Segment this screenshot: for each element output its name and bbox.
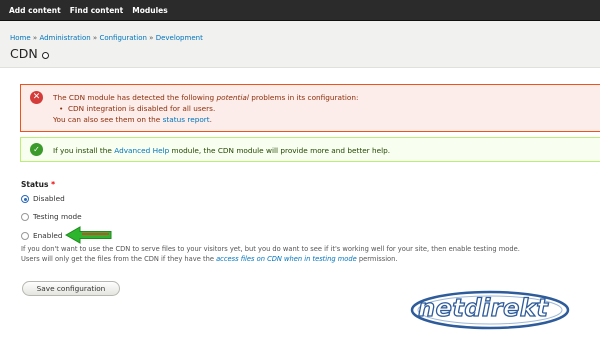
breadcrumb-configuration[interactable]: Configuration [99,34,146,42]
radio-disabled[interactable] [21,194,29,203]
breadcrumb-development[interactable]: Development [156,34,203,42]
logo-text: netdirekt [417,293,549,322]
toolbar-add-content[interactable]: Add content [9,6,61,15]
arrow-left-icon [64,226,112,244]
radio-option-enabled[interactable]: Enabled [21,231,63,240]
breadcrumb-separator: » [92,34,98,42]
radio-label-enabled: Enabled [33,231,63,240]
save-configuration-button[interactable]: Save configuration [22,281,120,296]
radio-enabled[interactable] [21,231,29,240]
status-field-label: Status * [21,180,55,189]
status-message-text: If you install the Advanced Help module,… [53,146,391,155]
radio-label-disabled: Disabled [33,194,65,203]
breadcrumb: Home » Administration » Configuration » … [10,34,203,42]
add-shortcut-icon[interactable] [42,52,49,59]
status-description-line-2: Users will only get the files from the C… [21,255,398,263]
error-line-3: You can also see them on the status repo… [53,115,212,124]
error-line-1: The CDN module has detected the followin… [53,93,359,102]
breadcrumb-separator: » [149,34,154,42]
required-marker: * [51,180,55,189]
error-bullet: • CDN integration is disabled for all us… [59,104,216,113]
breadcrumb-home[interactable]: Home [10,34,31,42]
permission-link[interactable]: access files on CDN when in testing mode [216,255,357,263]
advanced-help-link[interactable]: Advanced Help [114,146,169,155]
radio-testing-mode[interactable] [21,212,29,221]
radio-option-testing-mode[interactable]: Testing mode [21,212,82,221]
radio-option-disabled[interactable]: Disabled [21,194,65,203]
status-report-link[interactable]: status report [163,115,210,124]
error-message: ✕ The CDN module has detected the follow… [20,84,600,132]
checkmark-icon: ✓ [30,143,43,156]
page-header [0,21,600,68]
breadcrumb-administration[interactable]: Administration [39,34,90,42]
toolbar-modules[interactable]: Modules [132,6,167,15]
radio-label-testing-mode: Testing mode [33,212,82,221]
status-message: ✓ If you install the Advanced Help modul… [20,137,600,162]
toolbar-find-content[interactable]: Find content [70,6,124,15]
error-icon: ✕ [30,91,43,104]
status-description-line-1: If you don't want to use the CDN to serv… [21,245,520,253]
page-title: CDN [10,46,38,61]
admin-toolbar: Add content Find content Modules [0,0,600,21]
breadcrumb-separator: » [32,34,38,42]
